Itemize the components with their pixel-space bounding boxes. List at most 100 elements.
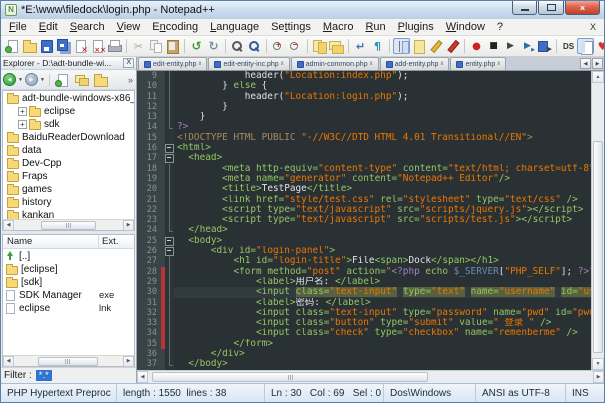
line-number[interactable]: 29 xyxy=(137,277,161,287)
line-number[interactable]: 18 xyxy=(137,164,161,174)
file-list-row[interactable]: [sdk] xyxy=(3,276,134,289)
scroll-right-icon[interactable]: ▶ xyxy=(123,220,134,231)
line-number[interactable]: 14 xyxy=(137,122,161,132)
menu-encoding[interactable]: Encoding xyxy=(146,20,204,34)
scrollbar-track[interactable] xyxy=(14,220,123,231)
sync-horizontal-scroll-icon[interactable] xyxy=(328,38,345,54)
file-list-header[interactable]: Name Ext. xyxy=(3,235,134,249)
open-file-icon[interactable] xyxy=(21,38,38,54)
line-number[interactable]: 9 xyxy=(137,71,161,81)
indent-guide-icon[interactable] xyxy=(393,38,410,54)
print-icon[interactable] xyxy=(106,38,123,54)
menu-language[interactable]: Language xyxy=(204,20,265,34)
scrollbar-thumb[interactable] xyxy=(38,357,98,366)
tree-item[interactable]: adt-bundle-windows-x86_64-201 xyxy=(3,92,134,105)
menu-plugins[interactable]: Plugins xyxy=(392,20,440,34)
show-all-characters-icon[interactable] xyxy=(369,38,386,54)
column-header-ext[interactable]: Ext. xyxy=(99,235,134,248)
tree-item[interactable]: +sdk xyxy=(3,118,134,131)
sync-vertical-scroll-icon[interactable] xyxy=(311,38,328,54)
explorer-new-file-icon[interactable] xyxy=(54,72,71,88)
scroll-up-icon[interactable]: ▲ xyxy=(592,71,604,83)
menu-search[interactable]: Search xyxy=(64,20,111,34)
tree-item[interactable]: Fraps xyxy=(3,170,134,183)
menu-settings[interactable]: Settings xyxy=(265,20,317,34)
line-number[interactable]: 23 xyxy=(137,215,161,225)
scrollbar-track[interactable] xyxy=(148,371,593,383)
close-button[interactable]: × xyxy=(565,1,600,15)
line-number[interactable]: 26 xyxy=(137,246,161,256)
start-recording-macro-icon[interactable] xyxy=(468,38,485,54)
line-number[interactable]: 25 xyxy=(137,236,161,246)
tree-horizontal-scrollbar[interactable]: ◀ ▶ xyxy=(3,219,134,230)
copy-icon[interactable] xyxy=(147,38,164,54)
tab-edit-entity-inc.php[interactable]: edit-entity-inc.phpx xyxy=(208,57,289,70)
tab-scroll-right-button[interactable]: ▶ xyxy=(592,58,603,69)
run-macro-multiple-times-icon[interactable] xyxy=(519,38,536,54)
scrollbar-track[interactable] xyxy=(14,356,123,367)
line-number[interactable]: 10 xyxy=(137,81,161,91)
go-back-button[interactable]: ◀ xyxy=(3,73,16,86)
column-mode-icon[interactable] xyxy=(444,38,461,54)
document-map-icon[interactable] xyxy=(577,38,594,54)
redo-icon[interactable] xyxy=(205,38,222,54)
scroll-left-icon[interactable]: ◀ xyxy=(3,356,14,367)
word-wrap-icon[interactable] xyxy=(352,38,369,54)
tree-item[interactable]: data xyxy=(3,144,134,157)
cut-icon[interactable] xyxy=(130,38,147,54)
zoom-out-icon[interactable] xyxy=(287,38,304,54)
save-icon[interactable] xyxy=(38,38,55,54)
minimize-button[interactable] xyxy=(512,1,537,15)
save-all-icon[interactable] xyxy=(55,38,72,54)
tab-scroll-left-button[interactable]: ◀ xyxy=(580,58,591,69)
fold-marker[interactable] xyxy=(165,246,174,256)
scroll-right-icon[interactable]: ▶ xyxy=(593,371,604,383)
find-icon[interactable] xyxy=(229,38,246,54)
menu-edit[interactable]: Edit xyxy=(33,20,64,34)
compare-plugin-icon[interactable] xyxy=(594,38,604,54)
line-number[interactable]: 13 xyxy=(137,112,161,122)
explorer-folders-icon[interactable] xyxy=(73,72,90,88)
line-number[interactable]: 33 xyxy=(137,318,161,328)
line-number[interactable]: 16 xyxy=(137,143,161,153)
tab-close-icon[interactable]: x xyxy=(281,61,284,67)
scrollbar-thumb[interactable] xyxy=(593,141,603,353)
maximize-button[interactable] xyxy=(538,1,564,15)
expand-icon[interactable]: + xyxy=(18,120,27,129)
scroll-down-icon[interactable]: ▼ xyxy=(592,358,604,370)
scrollbar-thumb[interactable] xyxy=(152,372,428,382)
line-number[interactable]: 12 xyxy=(137,102,161,112)
forward-dropdown-icon[interactable]: ▼ xyxy=(40,77,45,83)
file-list-row[interactable]: eclipselnk xyxy=(3,302,134,315)
new-file-icon[interactable] xyxy=(4,38,21,54)
menu-view[interactable]: View xyxy=(111,20,147,34)
fold-marker[interactable] xyxy=(165,236,174,246)
file-list-row[interactable]: [eclipse] xyxy=(3,263,134,276)
replace-icon[interactable] xyxy=(246,38,263,54)
menu-run[interactable]: Run xyxy=(359,20,391,34)
close-icon[interactable] xyxy=(72,38,89,54)
scrollbar-track[interactable] xyxy=(592,83,604,358)
line-number[interactable]: 28 xyxy=(137,267,161,277)
column-header-name[interactable]: Name xyxy=(3,235,99,248)
tree-item[interactable]: kankan xyxy=(3,209,134,219)
tree-item[interactable]: games xyxy=(3,183,134,196)
file-list-row[interactable]: SDK Managerexe xyxy=(3,289,134,302)
scroll-left-icon[interactable]: ◀ xyxy=(3,220,14,231)
line-number[interactable]: 37 xyxy=(137,359,161,369)
line-number[interactable]: 36 xyxy=(137,349,161,359)
line-number[interactable]: 20 xyxy=(137,184,161,194)
explorer-toolbar-overflow-button[interactable]: » xyxy=(128,75,134,85)
line-number[interactable]: 22 xyxy=(137,205,161,215)
close-document-button[interactable]: X xyxy=(582,22,604,32)
line-number[interactable]: 19 xyxy=(137,174,161,184)
tab-close-icon[interactable]: x xyxy=(198,61,201,67)
line-number[interactable]: 31 xyxy=(137,298,161,308)
line-number[interactable]: 15 xyxy=(137,133,161,143)
tree-item[interactable]: history xyxy=(3,196,134,209)
line-number[interactable]: 34 xyxy=(137,328,161,338)
line-number[interactable]: 21 xyxy=(137,195,161,205)
function-completion-icon[interactable] xyxy=(427,38,444,54)
dspellcheck-icon[interactable] xyxy=(560,38,577,54)
close-all-icon[interactable] xyxy=(89,38,106,54)
